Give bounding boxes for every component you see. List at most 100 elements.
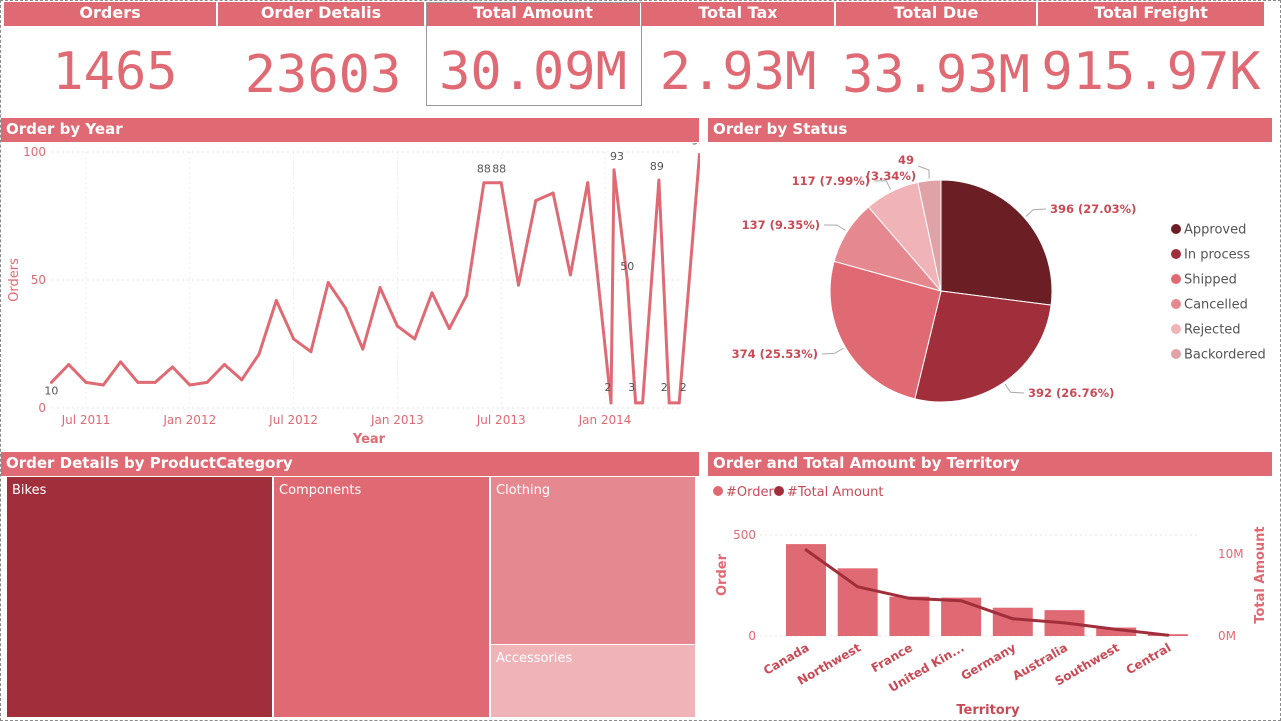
order-by-status-chart[interactable]: 396 (27.03%) 392 (26.76%) 374 (25.53%) 137 … <box>708 143 1272 450</box>
line-point <box>657 178 661 182</box>
legend-marker-cancelled <box>1171 299 1181 309</box>
total-amount-point <box>907 596 911 600</box>
x-tick-label: Jul 2012 <box>268 413 318 427</box>
legend-marker-in-process <box>1171 249 1181 259</box>
line-point <box>309 350 313 354</box>
bar-order <box>889 596 930 636</box>
total-amount-point <box>856 585 860 589</box>
treemap-label-components: Components <box>279 483 362 498</box>
treemap-label-clothing: Clothing <box>496 483 551 498</box>
line-point <box>667 401 671 405</box>
legend-label-rejected: Rejected <box>1184 323 1241 338</box>
line-point <box>257 352 261 356</box>
line-point <box>625 278 629 282</box>
line-point <box>586 181 590 185</box>
y-tick-label: 500 <box>733 528 756 542</box>
bar-order <box>941 597 982 636</box>
kpi-title-order-details: Order Detalis <box>218 2 424 26</box>
pie-data-label: 392 (26.76%) <box>1028 386 1114 400</box>
treemap-cell-clothing[interactable]: Clothing <box>490 476 696 645</box>
line-data-label: 50 <box>620 260 634 273</box>
pie-leader-line <box>1025 208 1047 217</box>
y-axis-title: Orders <box>7 258 22 302</box>
y-tick-label: 0 <box>748 629 756 643</box>
treemap-cell-accessories[interactable]: Accessories <box>490 644 696 718</box>
line-data-label: 2 <box>661 381 668 394</box>
kpi-value-orders[interactable]: 1465 <box>10 37 220 107</box>
line-data-label: 3 <box>628 381 635 394</box>
line-data-label: 2 <box>605 381 612 394</box>
treemap-cell-components[interactable]: Components <box>273 476 490 718</box>
panel-title-territory: Order and Total Amount by Territory <box>708 452 1272 476</box>
y-tick-label: 0 <box>38 401 46 415</box>
x-axis-title: Year <box>352 432 386 447</box>
legend-label-backordered: Backordered <box>1184 348 1266 363</box>
legend-label-approved: Approved <box>1184 223 1246 238</box>
line-point <box>465 293 469 297</box>
line-point <box>326 281 330 285</box>
line-point <box>447 327 451 331</box>
panel-title-order-details-by-category: Order Details by ProductCategory <box>1 452 699 476</box>
pie-data-label: 396 (27.03%) <box>1050 202 1136 216</box>
line-point <box>378 286 382 290</box>
total-amount-point <box>1063 621 1066 625</box>
line-point <box>499 181 503 185</box>
y-tick-label: 50 <box>31 273 46 287</box>
order-by-year-chart[interactable]: Jul 2011 Jan 2012 Jul 2012 Jan 2013 Jul 2013… <box>0 143 700 450</box>
order-details-treemap[interactable]: Bikes Components Clothing Accessories <box>6 476 696 718</box>
legend-label-cancelled: Cancelled <box>1184 298 1248 313</box>
panel-title-order-by-status: Order by Status <box>708 118 1272 142</box>
total-amount-point <box>1166 633 1170 637</box>
line-data-label: 88 <box>492 163 506 176</box>
line-point <box>222 362 226 366</box>
line-point <box>430 291 434 295</box>
line-point <box>551 191 555 195</box>
pie-data-label: (3.34%) <box>866 169 916 183</box>
kpi-value-total-freight[interactable]: 915.97K <box>1038 37 1264 107</box>
line-point <box>517 283 520 287</box>
pie-leader-line <box>821 347 844 355</box>
line-point <box>413 337 417 341</box>
kpi-title-orders: Orders <box>4 2 216 26</box>
legend-marker-backordered <box>1171 349 1181 359</box>
territory-combo-chart[interactable]: #Order #Total Amount 0 500 0M 10M Order Total A… <box>708 476 1272 720</box>
line-data-label: 10 <box>44 384 58 397</box>
line-point <box>677 401 681 405</box>
total-amount-point <box>804 548 808 552</box>
line-point <box>395 324 399 328</box>
line-data-label: 93 <box>610 150 624 163</box>
line-point <box>344 306 347 310</box>
line-point <box>292 337 296 341</box>
line-point <box>101 383 105 387</box>
bar-order <box>992 607 1033 636</box>
line-point <box>361 347 365 351</box>
kpi-value-order-details[interactable]: 23603 <box>218 40 428 110</box>
legend-marker-shipped <box>1171 274 1181 284</box>
line-point <box>136 380 140 384</box>
x-tick-label: Jan 2013 <box>370 413 424 427</box>
kpi-value-total-due[interactable]: 33.93M <box>836 40 1036 110</box>
orders-line <box>50 154 700 405</box>
y-axis-title: Order <box>715 553 730 596</box>
line-point <box>153 380 157 384</box>
bar-order <box>786 544 826 636</box>
total-amount-point <box>1114 627 1118 631</box>
kpi-title-total-due: Total Due <box>836 2 1036 26</box>
line-data-label: 2 <box>680 381 687 394</box>
kpi-value-total-amount[interactable]: 30.09M <box>426 37 640 107</box>
treemap-cell-bikes[interactable]: Bikes <box>6 476 273 718</box>
x-tick-label: Jan 2012 <box>162 413 216 427</box>
pie-leader-line <box>917 165 930 179</box>
legend-label-order: #Order <box>726 485 774 500</box>
line-point <box>67 362 71 366</box>
legend-marker-order <box>713 486 723 496</box>
line-point <box>205 380 209 384</box>
x-tick-label: Jul 2013 <box>476 413 526 427</box>
pie-leader-line <box>1004 383 1025 394</box>
legend-marker-approved <box>1171 224 1181 234</box>
line-point <box>119 360 123 364</box>
line-point <box>84 380 88 384</box>
total-amount-point <box>959 599 963 603</box>
line-point <box>612 168 616 172</box>
kpi-value-total-tax[interactable]: 2.93M <box>638 37 838 107</box>
